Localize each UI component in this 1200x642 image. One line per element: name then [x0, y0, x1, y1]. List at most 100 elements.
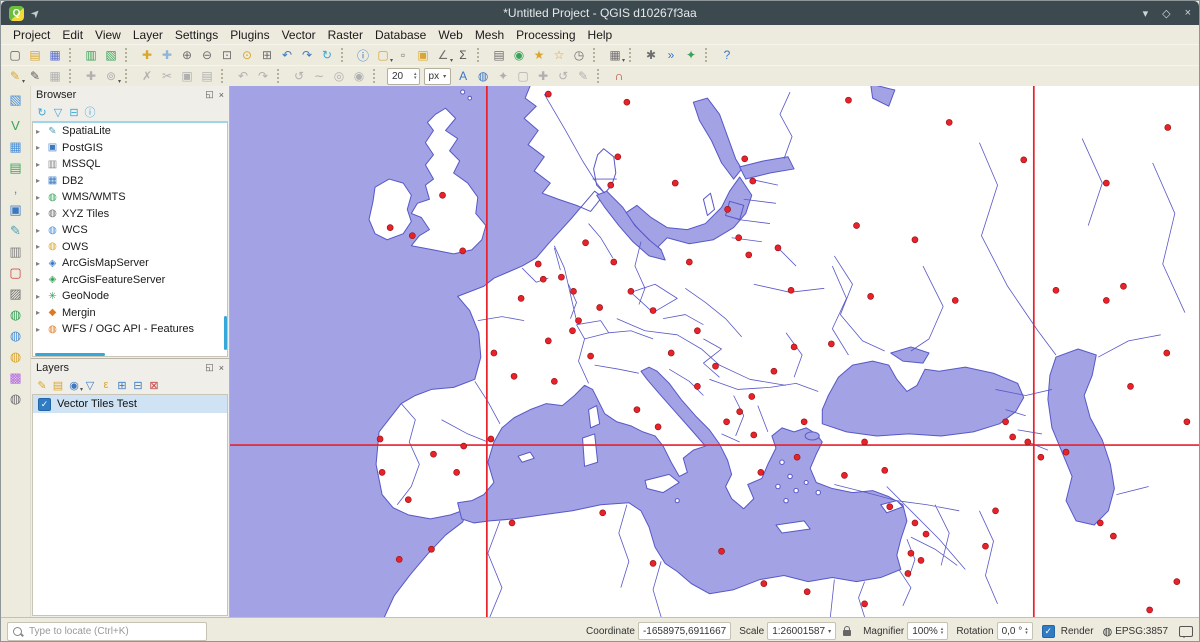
titlebar[interactable]: Q ➤ *Untitled Project - QGIS d10267f3aa … — [1, 1, 1199, 25]
snapping-toggle-icon[interactable]: ∩ — [610, 68, 628, 85]
zoom-to-layer-icon[interactable]: ⊞ — [258, 47, 276, 64]
add-virtual-layer-icon[interactable]: ▨ — [6, 284, 26, 303]
remove-layer-icon[interactable]: ⊠ — [146, 377, 162, 393]
pan-to-selection-icon[interactable]: ✚ — [158, 47, 176, 64]
attribute-table-icon[interactable]: ▤ — [490, 47, 508, 64]
layer-styling-icon[interactable]: ✎ — [34, 377, 50, 393]
expand-arrow-icon[interactable]: ▸ — [36, 275, 46, 284]
manage-map-themes-icon[interactable]: ◉▾ — [66, 377, 82, 393]
spinner-arrows-icon[interactable]: ▴▾ — [1025, 627, 1028, 635]
stroke-width-spinbox[interactable]: ▴▾ — [387, 68, 420, 85]
magnifier-spinbox[interactable]: 100% ▴▾ — [907, 622, 948, 640]
current-edits-icon[interactable]: ✎▾ — [6, 68, 24, 85]
open-project-icon[interactable]: ▤ — [26, 47, 44, 64]
data-source-manager-icon[interactable]: ▧ — [6, 90, 26, 109]
map-canvas[interactable] — [230, 86, 1199, 617]
measure-icon[interactable]: ∠▾ — [434, 47, 452, 64]
browser-item-wcs[interactable]: ▸◍WCS — [33, 222, 227, 239]
expand-arrow-icon[interactable]: ▸ — [36, 193, 46, 202]
expand-arrow-icon[interactable]: ▸ — [36, 226, 46, 235]
undo-icon[interactable]: ↶ — [234, 68, 252, 85]
add-postgis-layer-icon[interactable]: ▣ — [6, 200, 26, 219]
spinner-arrows-icon[interactable]: ▴▾ — [941, 627, 944, 635]
toggle-editing-icon[interactable]: ✎ — [26, 68, 44, 85]
unit-combobox[interactable]: px ▾ — [424, 68, 452, 85]
locator-input[interactable] — [27, 625, 201, 638]
filter-browser-icon[interactable]: ▽ — [50, 104, 66, 120]
scale-combobox[interactable]: 1:26001587 ▾ — [767, 622, 836, 640]
expand-all-icon[interactable]: ⊞ — [114, 377, 130, 393]
add-raster-layer-icon[interactable]: ▦ — [6, 137, 26, 156]
lock-scale-icon[interactable] — [843, 630, 851, 636]
save-project-icon[interactable]: ▦ — [46, 47, 64, 64]
statistical-summary-icon[interactable]: Σ — [454, 47, 472, 64]
collapse-all-layers-icon[interactable]: ⊟ — [130, 377, 146, 393]
add-spatialite-layer-icon[interactable]: ✎ — [6, 221, 26, 240]
zoom-to-selection-icon[interactable]: ⊙ — [238, 47, 256, 64]
copy-features-icon[interactable]: ▣ — [178, 68, 196, 85]
add-group-icon[interactable]: ▤ — [50, 377, 66, 393]
redo-icon[interactable]: ↷ — [254, 68, 272, 85]
layout-manager-icon[interactable]: ▧ — [102, 47, 120, 64]
browser-item-mergin[interactable]: ▸◆Mergin — [33, 305, 227, 322]
refresh-map-icon[interactable]: ↻ — [318, 47, 336, 64]
add-feature-icon[interactable]: ✚ — [82, 68, 100, 85]
rotate-label-icon[interactable]: ↺ — [554, 68, 572, 85]
add-xyz-layer-icon[interactable]: ◍ — [6, 389, 26, 408]
messages-icon[interactable] — [1179, 626, 1193, 637]
expand-arrow-icon[interactable]: ▸ — [36, 259, 46, 268]
python-console-icon[interactable]: » — [662, 47, 680, 64]
expand-arrow-icon[interactable]: ▸ — [36, 242, 46, 251]
menu-edit[interactable]: Edit — [56, 27, 89, 43]
browser-item-arcgis-feature-server[interactable]: ▸◈ArcGisFeatureServer — [33, 272, 227, 289]
menu-project[interactable]: Project — [7, 27, 56, 43]
add-vector-tile-layer-icon[interactable]: ▩ — [6, 368, 26, 387]
plugin-manager-icon[interactable]: ✦ — [682, 47, 700, 64]
map-tips-icon[interactable]: ◉ — [510, 47, 528, 64]
help-icon[interactable]: ? — [718, 47, 736, 64]
float-panel-icon[interactable]: ◱ — [205, 362, 214, 373]
menu-mesh[interactable]: Mesh — [469, 27, 510, 43]
new-print-layout-icon[interactable]: ▥ — [82, 47, 100, 64]
zoom-last-icon[interactable]: ↶ — [278, 47, 296, 64]
menu-processing[interactable]: Processing — [510, 27, 581, 43]
shade-window-icon[interactable]: ▾ — [1143, 7, 1149, 20]
fill-ring-icon[interactable]: ◉ — [350, 68, 368, 85]
new-bookmark-icon[interactable]: ★ — [530, 47, 548, 64]
paste-features-icon[interactable]: ▤ — [198, 68, 216, 85]
expand-arrow-icon[interactable]: ▸ — [36, 143, 46, 152]
new-project-icon[interactable]: ▢ — [6, 47, 24, 64]
add-wms-layer-icon[interactable]: ◍ — [6, 305, 26, 324]
deselect-features-icon[interactable]: ▫ — [394, 47, 412, 64]
select-by-value-icon[interactable]: ▣ — [414, 47, 432, 64]
expand-arrow-icon[interactable]: ▸ — [36, 209, 46, 218]
show-bookmarks-icon[interactable]: ☆ — [550, 47, 568, 64]
add-mssql-layer-icon[interactable]: ▥ — [6, 242, 26, 261]
identify-features-icon[interactable]: ⓘ — [354, 47, 372, 64]
properties-widget-icon[interactable]: ⓘ — [82, 104, 98, 120]
menu-view[interactable]: View — [89, 27, 127, 43]
menu-plugins[interactable]: Plugins — [224, 27, 275, 43]
maximize-window-icon[interactable]: ◇ — [1162, 7, 1170, 20]
delete-selected-icon[interactable]: ✗ — [138, 68, 156, 85]
layer-labeling-icon[interactable]: A — [454, 68, 472, 85]
pin-icon[interactable]: ➤ — [28, 5, 44, 21]
render-checkbox[interactable]: ✓ — [1042, 625, 1055, 638]
layer-row-vector-tiles-test[interactable]: ✓ Vector Tiles Test — [33, 395, 227, 413]
menu-layer[interactable]: Layer — [127, 27, 169, 43]
save-edits-icon[interactable]: ▦ — [46, 68, 64, 85]
filter-legend-icon[interactable]: ▽ — [82, 377, 98, 393]
vertex-tool-icon[interactable]: ⊚▾ — [102, 68, 120, 85]
vertical-scrollbar-thumb[interactable] — [224, 316, 227, 350]
add-ring-icon[interactable]: ◎ — [330, 68, 348, 85]
locator-search-box[interactable] — [7, 622, 207, 641]
browser-item-geonode[interactable]: ▸✳GeoNode — [33, 288, 227, 305]
browser-item-spatialite[interactable]: ▸✎SpatiaLite — [33, 123, 227, 140]
browser-item-arcgis-map-server[interactable]: ▸◈ArcGisMapServer — [33, 255, 227, 272]
cut-features-icon[interactable]: ✂ — [158, 68, 176, 85]
rotation-spinbox[interactable]: 0,0 ° ▴▾ — [997, 622, 1033, 640]
zoom-out-icon[interactable]: ⊖ — [198, 47, 216, 64]
stroke-width-input[interactable] — [390, 70, 414, 83]
add-wfs-layer-icon[interactable]: ◍ — [6, 347, 26, 366]
add-delimited-text-icon[interactable]: , — [6, 179, 26, 198]
